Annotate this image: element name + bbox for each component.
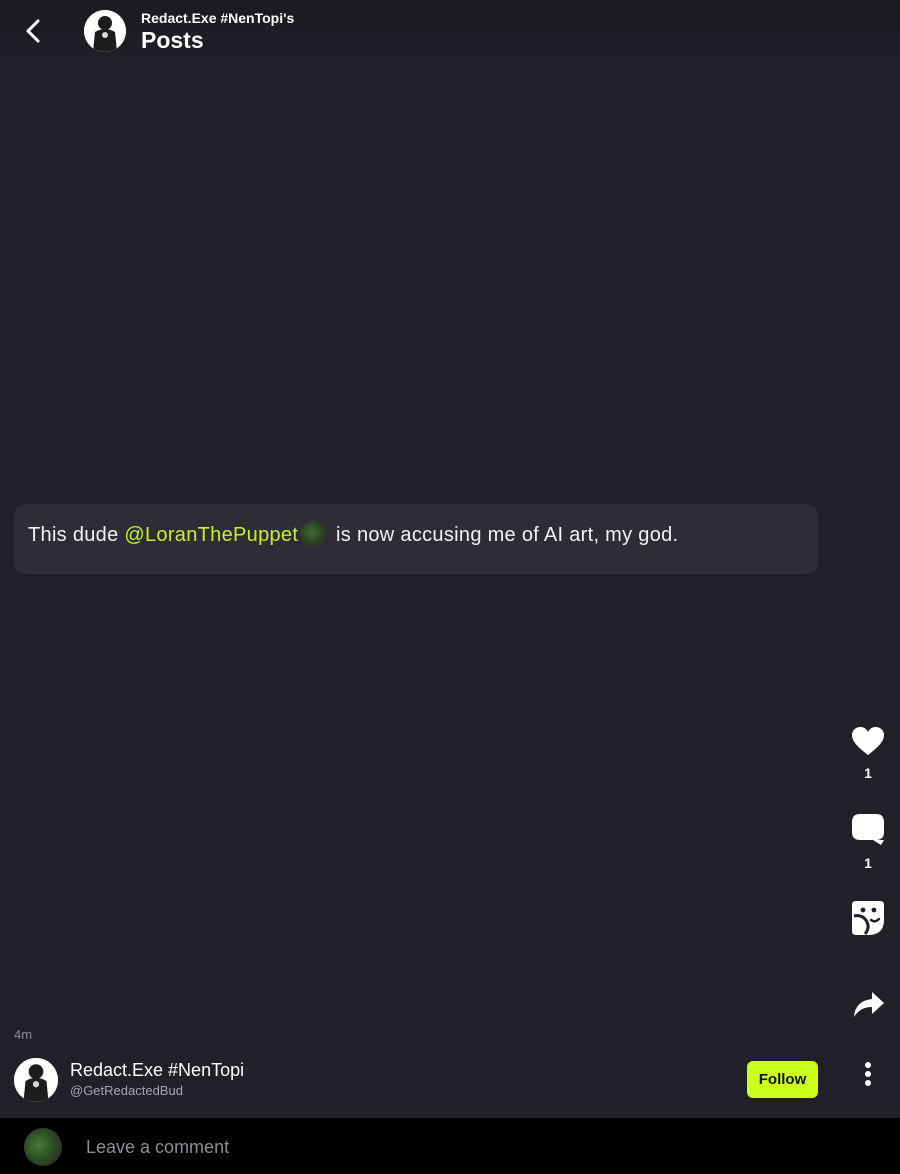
avatar-image xyxy=(84,10,126,52)
heart-icon xyxy=(852,727,884,755)
header-avatar[interactable] xyxy=(84,10,126,52)
header-subtitle: Redact.Exe #NenTopi's xyxy=(141,10,295,26)
back-button[interactable] xyxy=(20,16,50,46)
follow-button[interactable]: Follow xyxy=(747,1061,818,1098)
mention-avatar[interactable] xyxy=(300,521,327,547)
post-timestamp: 4m xyxy=(14,1027,33,1042)
share-button[interactable] xyxy=(848,990,888,1025)
post-text-bubble: This dude @LoranThePuppet is now accusin… xyxy=(14,504,818,574)
back-arrow-icon xyxy=(26,19,40,43)
post-text-after: is now accusing me of AI art, my god. xyxy=(330,524,679,546)
comment-bar xyxy=(0,1118,900,1174)
avatar-image xyxy=(14,1058,58,1102)
author-avatar[interactable] xyxy=(14,1058,58,1102)
author-name[interactable]: Redact.Exe #NenTopi xyxy=(70,1060,244,1081)
sticker-icon xyxy=(852,901,884,935)
page-title: Posts xyxy=(141,27,204,53)
comment-icon xyxy=(852,814,884,845)
comment-input[interactable] xyxy=(84,1130,848,1164)
more-options-button[interactable] xyxy=(856,1060,880,1088)
like-button[interactable]: 1 xyxy=(848,726,888,781)
more-vertical-icon xyxy=(865,1062,871,1086)
mention-link[interactable]: @LoranThePuppet xyxy=(124,524,298,546)
comment-count: 1 xyxy=(864,855,872,871)
current-user-avatar xyxy=(24,1128,62,1166)
author-handle[interactable]: @GetRedactedBud xyxy=(70,1083,183,1098)
share-icon xyxy=(854,992,884,1017)
sticker-button[interactable] xyxy=(848,900,888,941)
comment-button[interactable]: 1 xyxy=(848,812,888,871)
post-text-before: This dude xyxy=(28,524,125,546)
like-count: 1 xyxy=(864,765,872,781)
top-bar: Redact.Exe #NenTopi's Posts xyxy=(0,0,900,70)
